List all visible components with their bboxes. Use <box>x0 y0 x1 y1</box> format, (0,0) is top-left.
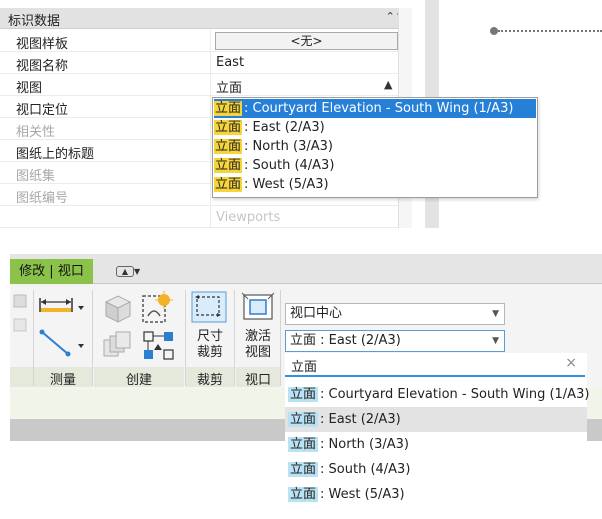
view-template-button[interactable]: <无> <box>215 32 398 50</box>
item-text: : West (5/A3) <box>244 177 329 192</box>
prop-row-view[interactable]: 视图 立面 ▲ <box>0 74 412 96</box>
combo-value: 视口中心 <box>290 306 343 321</box>
leader-line <box>490 27 602 35</box>
group-icon[interactable] <box>100 330 134 362</box>
chevron-down-icon[interactable]: ▼ <box>492 331 499 351</box>
dropdown-item[interactable]: 立面: West (5/A3) <box>214 175 536 194</box>
component-icon[interactable] <box>100 292 134 324</box>
dropdown-item[interactable]: 立面: South (4/A3) <box>285 457 587 482</box>
match-highlight: 立面 <box>214 158 243 173</box>
item-text: : Courtyard Elevation - South Wing (1/A3… <box>244 101 514 116</box>
measure-between-icon[interactable] <box>38 294 86 318</box>
dropdown-item[interactable]: 立面: Courtyard Elevation - South Wing (1/… <box>214 99 536 118</box>
partial-tool-icon[interactable] <box>12 293 30 337</box>
group-label-crop: 裁剪 <box>196 373 223 388</box>
view-input[interactable]: 立面 <box>216 77 242 96</box>
item-text: : North (3/A3) <box>244 139 333 154</box>
ribbon-tab-row <box>10 254 602 284</box>
dropdown-item[interactable]: 立面: North (3/A3) <box>214 137 536 156</box>
chevron-down-icon: ▼ <box>134 267 141 276</box>
prop-label: 图纸集 <box>16 169 56 184</box>
dropdown-item[interactable]: 立面: South (4/A3) <box>214 156 536 175</box>
view-select-combo[interactable]: 立面 : East (2/A3) ▼ <box>285 330 505 352</box>
dropdown-item[interactable]: 立面: Courtyard Elevation - South Wing (1/… <box>285 382 590 407</box>
prop-label: 图纸编号 <box>16 191 69 206</box>
section-title: 标识数据 <box>8 14 61 29</box>
match-highlight: 立面 <box>288 487 319 502</box>
clear-icon[interactable]: × <box>565 355 577 371</box>
prop-label: 视图名称 <box>16 59 69 74</box>
match-highlight: 立面 <box>214 101 243 116</box>
item-text: : North (3/A3) <box>320 437 409 452</box>
item-text: : South (4/A3) <box>244 158 335 173</box>
view-dropdown-list[interactable]: 立面: Courtyard Elevation - South Wing (1/… <box>212 97 538 198</box>
tab-modify-viewport[interactable]: 修改 | 视口 <box>10 259 93 284</box>
prop-row-view-template[interactable]: 视图样板 <无> <box>0 30 412 52</box>
match-highlight: 立面 <box>288 437 319 452</box>
chevron-down-icon[interactable]: ▼ <box>492 304 499 324</box>
section-header[interactable]: 标识数据 ⌃⌃ <box>0 8 412 29</box>
match-highlight: 立面 <box>288 387 319 402</box>
prop-label: 视口定位 <box>16 103 69 118</box>
match-highlight: 立面 <box>288 462 319 477</box>
measure-along-icon[interactable] <box>38 328 86 358</box>
viewport-position-combo[interactable]: 视口中心 ▼ <box>285 303 505 325</box>
item-text: : West (5/A3) <box>320 487 405 502</box>
point-dot-icon <box>490 27 498 35</box>
view-name-value[interactable]: East <box>216 55 244 70</box>
item-text: : East (2/A3) <box>320 412 401 427</box>
caret-up-icon[interactable]: ▲ <box>384 78 392 91</box>
activate-view-icon[interactable] <box>241 292 275 324</box>
item-text: : East (2/A3) <box>244 120 325 135</box>
match-highlight: 立面 <box>214 139 243 154</box>
group-label-measure: 测量 <box>49 373 76 388</box>
dropdown-item[interactable]: 立面: North (3/A3) <box>285 432 587 457</box>
prop-row-view-name[interactable]: 视图名称 East <box>0 52 412 74</box>
prop-label: 视图样板 <box>16 37 69 52</box>
match-highlight: 立面 <box>214 120 243 135</box>
dropdown-item[interactable]: 立面: West (5/A3) <box>285 482 587 507</box>
match-highlight: 立面 <box>288 412 319 427</box>
group-label-create: 创建 <box>125 373 152 388</box>
search-text: 立面 <box>291 360 318 375</box>
dropdown-item[interactable]: 立面: East (2/A3) <box>214 118 536 137</box>
match-highlight: 立面 <box>214 177 243 192</box>
combo-value: 立面 : East (2/A3) <box>290 333 401 348</box>
crop-size-label: 尺寸 裁剪 <box>196 329 223 360</box>
prop-label: 视图 <box>16 81 43 96</box>
item-text: : South (4/A3) <box>320 462 411 477</box>
sketch-shape-icon[interactable] <box>140 290 176 326</box>
prop-row-cut <box>0 206 412 228</box>
activate-view-label: 激活 视图 <box>244 329 271 360</box>
prop-label: 图纸上的标题 <box>16 147 95 162</box>
view-search-input[interactable]: 立面 × <box>285 353 585 377</box>
tab-options-dropdown[interactable]: ▲ ▼ <box>116 264 148 278</box>
faded-watermark: Viewports <box>216 210 281 225</box>
assembly-icon[interactable] <box>142 330 176 362</box>
crop-size-icon[interactable] <box>191 291 227 323</box>
prop-label: 相关性 <box>16 125 56 140</box>
dropdown-item[interactable]: 立面: East (2/A3) <box>285 407 587 432</box>
item-text: : Courtyard Elevation - South Wing (1/A3… <box>320 387 590 402</box>
group-label-viewport: 视口 <box>244 373 271 388</box>
panel-toggle-icon: ▲ <box>116 265 134 277</box>
